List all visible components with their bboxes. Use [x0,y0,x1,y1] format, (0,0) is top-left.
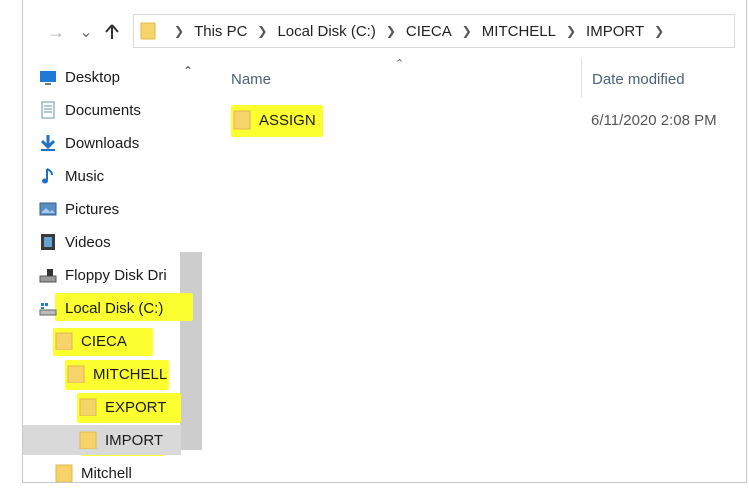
sidebar-item-label: CIECA [81,332,127,350]
sidebar-item-label: Local Disk (C:) [65,299,164,317]
sidebar-item-desktop[interactable]: Desktop [39,62,197,92]
folder-icon [79,398,97,416]
file-row-assign[interactable]: ASSIGN 6/11/2020 2:08 PM [233,104,748,136]
back-arrow-icon[interactable]: → [45,20,67,44]
folder-icon [233,110,251,130]
folder-icon [67,365,85,383]
sidebar-item-downloads[interactable]: Downloads [39,128,197,158]
folder-icon [55,464,73,482]
breadcrumb-separator[interactable]: ❯ [654,24,664,38]
address-bar[interactable]: ❯ This PC ❯ Local Disk (C:) ❯ CIECA ❯ MI… [133,14,735,48]
file-explorer-window: → ⌄ ❯ This PC ❯ Local Disk (C:) ❯ CIECA … [22,0,747,483]
videos-icon [41,234,55,250]
sidebar-item-cieca[interactable]: CIECA [55,326,213,356]
sidebar-item-mitchell[interactable]: Mitchell [55,458,213,488]
sidebar-item-pictures[interactable]: Pictures [39,194,197,224]
breadcrumb-separator: ❯ [461,24,472,38]
sidebar-item-music[interactable]: Music [39,161,197,191]
folder-icon [140,22,156,40]
breadcrumb-separator: ❯ [174,24,185,38]
breadcrumb-cieca[interactable]: CIECA [406,23,452,40]
floppy-drive-icon [39,269,57,283]
breadcrumb-separator: ❯ [385,24,396,38]
sidebar-item-label: MITCHELL [93,365,168,383]
breadcrumb-separator: ❯ [257,24,268,38]
sidebar-item-label: Documents [65,101,141,119]
pictures-icon [39,202,57,216]
sidebar-item-label: Music [65,167,105,185]
sidebar-item-floppy-drive[interactable]: Floppy Disk Dri [39,260,197,290]
file-date-modified: 6/11/2020 2:08 PM [591,111,717,129]
music-icon [42,168,53,184]
breadcrumb-local-disk[interactable]: Local Disk (C:) [277,23,375,40]
sidebar-item-label: IMPORT [105,431,164,449]
documents-icon [41,101,55,119]
desktop-icon [40,71,56,85]
sidebar-item-import[interactable]: IMPORT [23,425,181,455]
breadcrumb-import[interactable]: IMPORT [586,23,644,40]
breadcrumb-separator: ❯ [565,24,577,38]
sidebar-item-videos[interactable]: Videos [39,227,197,257]
up-arrow-icon[interactable] [101,20,123,44]
sidebar-item-label: Desktop [65,68,121,86]
sidebar-item-label: Floppy Disk Dri [65,266,167,284]
sidebar-item-documents[interactable]: Documents [39,95,197,125]
sidebar-item-label: Videos [65,233,111,251]
sidebar-item-local-disk[interactable]: Local Disk (C:) [39,293,197,323]
column-header-name[interactable]: Name [231,56,581,102]
folder-icon [79,431,97,449]
breadcrumb-this-pc[interactable]: This PC [194,23,247,40]
folder-icon [55,332,73,350]
sidebar-item-export[interactable]: EXPORT [79,392,181,422]
downloads-icon [40,135,56,151]
column-header-date-modified[interactable]: Date modified [592,56,742,102]
chevron-down-icon[interactable]: ⌄ [75,20,97,44]
sidebar-item-label: Pictures [65,200,120,218]
sidebar-item-label: Downloads [65,134,140,152]
sidebar-item-label: EXPORT [105,398,167,416]
file-name: ASSIGN [259,111,316,129]
sidebar-item-mitchell-upper[interactable]: MITCHELL [67,359,225,389]
column-divider[interactable] [581,58,582,98]
local-disk-icon [39,303,57,316]
breadcrumb-mitchell[interactable]: MITCHELL [482,23,556,40]
sidebar-item-label: Mitchell [81,464,132,482]
navigation-pane: ⌃ Desktop Documents Downloads Music Pict… [23,56,203,483]
